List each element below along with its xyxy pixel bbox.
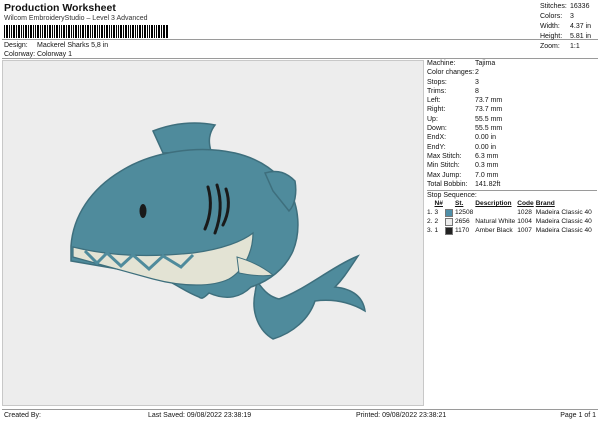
dorsal-fin (151, 122, 217, 154)
design-preview (2, 60, 424, 406)
stop-sequence-heading: Stop Sequence: (427, 192, 477, 200)
stat-width: Width: 4.37 in (540, 23, 592, 30)
design-value: Mackerel Sharks 5,8 in (37, 42, 109, 49)
software-subtitle: Wilcom EmbroideryStudio – Level 3 Advanc… (4, 15, 148, 22)
info-min-stitch: Min Stitch: 0.3 mm (427, 162, 499, 170)
table-row: 1. 3 12508 1028 Madeira Classic 40 (427, 208, 592, 217)
stop-sequence-table: N# St. Description Code Brand 1. 3 12508… (427, 199, 594, 235)
color-swatch (444, 226, 453, 235)
shark-eye (139, 204, 147, 218)
color-swatch (444, 217, 453, 226)
info-down: Down: 55.5 mm (427, 125, 503, 133)
stat-zoom: Zoom: 1:1 (540, 43, 580, 50)
info-right: Right: 73.7 mm (427, 106, 503, 114)
machine-info-panel: Machine: Tajima Color changes: 2 Stops: 3 T… (427, 59, 597, 235)
printed-date: Printed: 09/08/2022 23:38:21 (356, 412, 447, 419)
shark-embroidery-design (70, 122, 366, 340)
panel-divider (427, 190, 597, 192)
created-by: Created By: (4, 412, 41, 419)
design-label: Design: (4, 42, 28, 49)
last-saved: Last Saved: 09/08/2022 23:38:19 (148, 412, 252, 419)
info-color-changes: Color changes: 2 (427, 69, 479, 77)
info-total-bobbin: Total Bobbin: 141.82ft (427, 180, 501, 188)
page-title: Production Worksheet (4, 2, 116, 14)
colorway-value: Colorway 1 (37, 51, 73, 58)
info-stops: Stops: 3 (427, 78, 479, 86)
color-swatch (444, 208, 453, 217)
table-header-row: N# St. Description Code Brand (434, 200, 555, 208)
stat-height: Height: 5.81 in (540, 33, 592, 40)
info-endy: EndY: 0.00 in (427, 143, 497, 151)
header-divider-top (2, 39, 598, 40)
colorway-label: Colorway: (4, 51, 36, 58)
info-up: Up: 55.5 mm (427, 115, 503, 123)
info-max-jump: Max Jump: 7.0 mm (427, 171, 499, 179)
footer-divider (2, 409, 598, 410)
info-trims: Trims: 8 (427, 87, 479, 95)
barcode (4, 25, 168, 38)
info-max-stitch: Max Stitch: 6.3 mm (427, 152, 499, 160)
info-endx: EndX: 0.00 in (427, 134, 497, 142)
table-row: 3. 1 1170 Amber Black 1007 Madeira Class… (427, 226, 592, 235)
info-machine: Machine: Tajima (427, 60, 496, 67)
stat-colors: Colors: 3 (540, 13, 574, 20)
page-number: Page 1 of 1 (560, 412, 596, 419)
table-row: 2. 2 2656 Natural White 1004 Madeira Cla… (427, 217, 592, 226)
stats-panel: Stitches: 16336 Colors: 3 Width: 4.37 in He… (540, 2, 596, 52)
stat-stitches: Stitches: 16336 (540, 3, 590, 10)
info-left: Left: 73.7 mm (427, 97, 503, 105)
